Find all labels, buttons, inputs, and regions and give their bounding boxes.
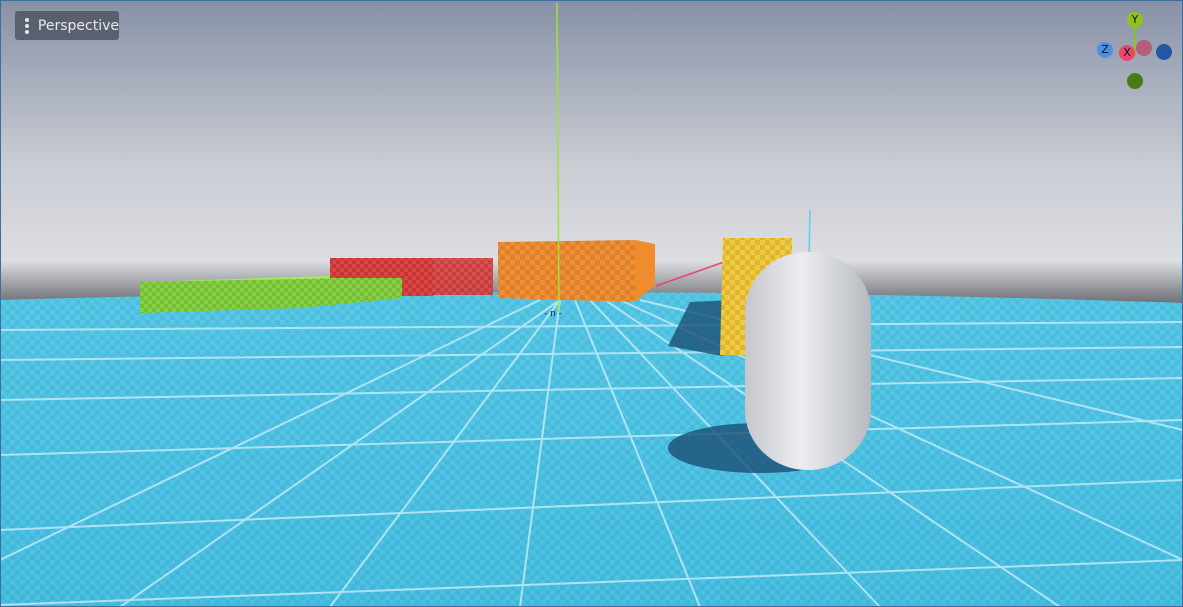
gizmo-negative-x-icon[interactable] [1136, 40, 1152, 56]
kebab-menu-icon [15, 11, 38, 40]
gizmo-negative-z-icon[interactable] [1156, 44, 1172, 60]
gizmo-y-axis-icon[interactable]: Y [1127, 12, 1143, 28]
3d-viewport[interactable]: - n - Perspective Z Y X [0, 0, 1183, 607]
gizmo-z-axis-icon[interactable]: Z [1097, 42, 1113, 58]
orange-box[interactable] [498, 240, 655, 302]
white-capsule[interactable] [745, 252, 871, 470]
view-menu-button[interactable]: Perspective [15, 11, 119, 40]
scene-render[interactable]: - n - [0, 0, 1183, 607]
view-menu-label: Perspective [37, 17, 119, 34]
orientation-gizmo[interactable]: Z Y X [1090, 8, 1180, 98]
gizmo-negative-y-icon[interactable] [1127, 73, 1143, 89]
origin-marker: - n - [544, 309, 562, 319]
gizmo-x-axis-icon[interactable]: X [1119, 45, 1135, 61]
